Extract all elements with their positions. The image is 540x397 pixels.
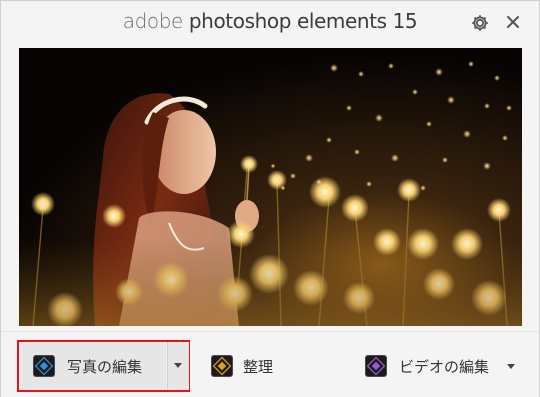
organizer-button[interactable]: 整理 bbox=[201, 342, 321, 390]
gear-icon bbox=[472, 15, 488, 31]
organizer-app-icon bbox=[211, 355, 233, 377]
hero-image bbox=[19, 48, 522, 326]
launcher-bar: 写真の編集 整理 ビデオの編集 bbox=[1, 331, 539, 397]
photo-editor-label: 写真の編集 bbox=[67, 358, 143, 376]
chevron-down-icon bbox=[174, 363, 182, 368]
video-editor-button[interactable]: ビデオの編集 bbox=[357, 342, 527, 390]
video-editor-app-icon bbox=[365, 355, 387, 377]
close-button[interactable] bbox=[503, 12, 523, 32]
settings-button[interactable] bbox=[470, 13, 490, 33]
photo-editor-app-icon bbox=[33, 355, 55, 377]
title-product: photoshop elements 15 bbox=[188, 9, 418, 33]
hero-illustration bbox=[19, 48, 522, 326]
photo-editor-icon bbox=[34, 356, 54, 376]
app-title: adobe photoshop elements 15 bbox=[1, 9, 539, 33]
photo-editor-dropdown[interactable] bbox=[167, 342, 189, 390]
title-brand: adobe bbox=[122, 9, 184, 33]
chevron-down-icon[interactable] bbox=[507, 364, 515, 369]
organizer-label: 整理 bbox=[243, 358, 274, 376]
title-bar: adobe photoshop elements 15 bbox=[1, 1, 539, 48]
video-editor-label: ビデオの編集 bbox=[399, 358, 490, 376]
close-icon bbox=[507, 16, 519, 28]
photo-editor-main[interactable]: 写真の編集 bbox=[19, 342, 166, 390]
launcher-window: adobe photoshop elements 15 写真の編集 整理 ビデオ… bbox=[0, 0, 540, 397]
video-editor-icon bbox=[366, 356, 386, 376]
organizer-icon bbox=[212, 356, 232, 376]
photo-editor-button[interactable]: 写真の編集 bbox=[17, 340, 190, 392]
